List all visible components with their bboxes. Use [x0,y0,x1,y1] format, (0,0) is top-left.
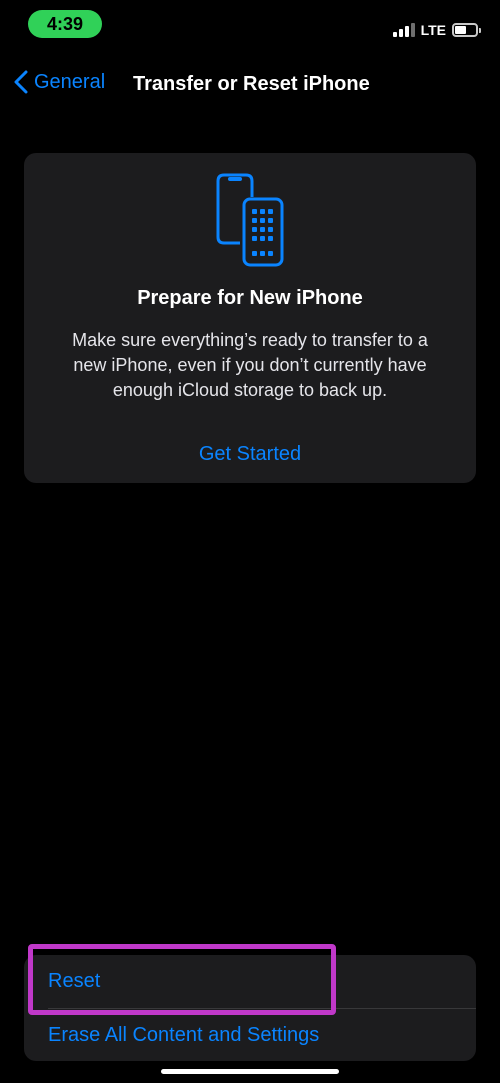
reset-options-list: Reset Erase All Content and Settings [24,955,476,1061]
cellular-signal-icon [392,23,415,37]
back-button[interactable]: General [14,70,105,94]
transfer-phones-icon [216,173,284,267]
get-started-button[interactable]: Get Started [24,443,476,466]
home-indicator[interactable] [161,1069,339,1074]
prepare-card: Prepare for New iPhone Make sure everyth… [24,153,476,483]
erase-all-content-row[interactable]: Erase All Content and Settings [24,1009,476,1061]
battery-icon [452,23,481,37]
network-type: LTE [420,22,446,38]
status-indicators: LTE [392,20,481,40]
card-title: Prepare for New iPhone [137,287,363,309]
screen: 4:39 LTE General Transfer or Reset iPhon… [0,0,500,1083]
reset-row[interactable]: Reset [24,955,476,1008]
chevron-left-icon [14,70,28,94]
back-label: General [34,70,106,93]
page-title: Transfer or Reset iPhone [133,73,370,95]
status-time[interactable]: 4:39 [28,10,102,38]
card-description: Make sure everything’s ready to transfer… [72,330,428,400]
status-bar: 4:39 LTE [0,0,500,50]
navigation-bar: General Transfer or Reset iPhone [0,62,500,106]
